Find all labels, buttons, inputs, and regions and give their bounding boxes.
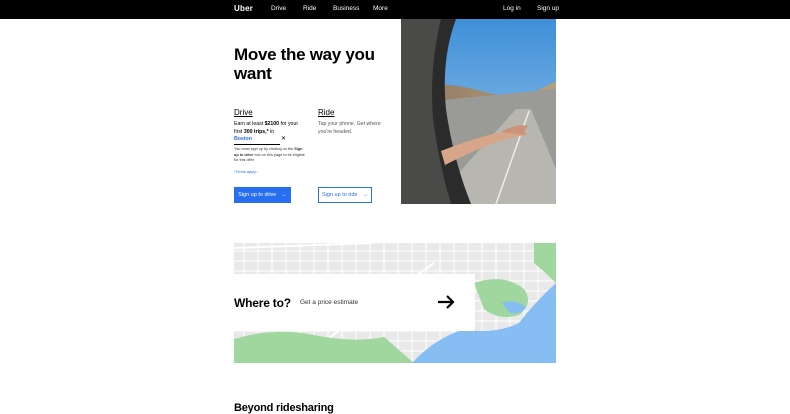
- earn-amount: $2100: [264, 121, 280, 127]
- arrow-right-icon: →: [362, 192, 368, 198]
- drive-earnings-text: Earn at least $2100 for your first 300 t…: [234, 121, 304, 145]
- earn-in: in: [270, 128, 275, 135]
- hero-photo: [401, 19, 556, 204]
- uber-logo[interactable]: Uber: [234, 4, 253, 13]
- where-to-title: Where to?: [234, 296, 291, 310]
- nav-link-business[interactable]: Business: [333, 5, 359, 12]
- signup-link[interactable]: Sign up: [537, 5, 559, 12]
- fine-print-1: You must sign up by clicking on the: [234, 147, 294, 151]
- nav-link-drive[interactable]: Drive: [271, 5, 286, 12]
- ride-description: Tap your phone. Get where you're headed.: [318, 121, 381, 135]
- clear-city-icon[interactable]: ✕: [281, 136, 286, 142]
- nav-link-more[interactable]: More: [373, 5, 388, 12]
- terms-label: *Terms apply: [234, 170, 256, 174]
- chevron-right-icon: ›: [257, 170, 259, 174]
- price-estimate-link[interactable]: Get a price estimate: [300, 299, 358, 306]
- drive-fine-print: You must sign up by clicking on the Sign…: [234, 147, 306, 164]
- sign-up-to-ride-button[interactable]: Sign up to ride →: [318, 187, 372, 203]
- city-selector[interactable]: Boston: [234, 136, 280, 145]
- sign-up-to-drive-button[interactable]: Sign up to drive →: [234, 187, 291, 203]
- where-to-card: Where to? Get a price estimate: [234, 274, 475, 331]
- arrow-right-icon[interactable]: [437, 293, 455, 311]
- beyond-ridesharing-heading: Beyond ridesharing: [234, 402, 334, 414]
- arrow-right-icon: →: [281, 192, 287, 198]
- sign-up-ride-label: Sign up to ride: [322, 192, 358, 198]
- earn-trips: 300 trips,*: [243, 128, 269, 135]
- nav-link-ride[interactable]: Ride: [303, 5, 316, 12]
- hero-title: Move the way you want: [234, 45, 375, 83]
- login-link[interactable]: Log in: [503, 5, 521, 12]
- earn-prefix: Earn at least: [234, 121, 264, 127]
- drive-heading[interactable]: Drive: [234, 108, 253, 117]
- ride-heading[interactable]: Ride: [318, 108, 334, 117]
- sign-up-drive-label: Sign up to drive: [238, 192, 277, 198]
- city-value: Boston: [234, 136, 252, 142]
- terms-link[interactable]: *Terms apply ›: [234, 170, 258, 174]
- top-nav: Uber Drive Ride Business More Log in Sig…: [0, 0, 790, 19]
